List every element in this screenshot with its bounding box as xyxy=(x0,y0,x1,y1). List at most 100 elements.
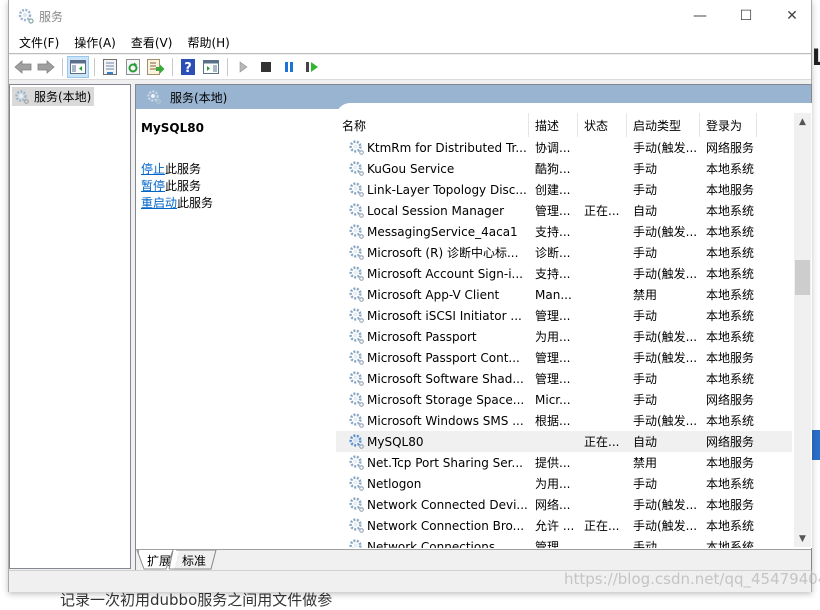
scroll-thumb[interactable] xyxy=(795,260,810,295)
service-row[interactable]: Microsoft Windows SMS ... 根据... 手动(触发... 本地… xyxy=(336,410,792,431)
restart-service-button[interactable] xyxy=(301,56,323,78)
service-row[interactable]: Network Connection Bro... 允许 ... 正在... 手动(触… xyxy=(336,515,792,536)
tree-item-services-local[interactable]: 服务(本地) xyxy=(12,87,95,106)
scroll-up-icon[interactable]: ▲ xyxy=(794,113,811,130)
services-window: 服务 — ☐ ✕ 文件(F) 操作(A) 查看(V) 帮助(H) ? 服务(本地… xyxy=(8,0,812,592)
service-logon-cell: 本地系统 xyxy=(706,372,755,386)
menu-action[interactable]: 操作(A) xyxy=(74,34,116,51)
refresh-icon xyxy=(126,59,140,75)
help-icon: ? xyxy=(181,59,195,75)
service-startup-type-cell: 手动 xyxy=(633,246,658,260)
service-description-cell: 管理... xyxy=(535,351,571,365)
pause-service-button[interactable] xyxy=(278,56,300,78)
service-row[interactable]: Link-Layer Topology Disc... 创建... 手动 本地服务 xyxy=(336,179,792,200)
action-pane-icon xyxy=(203,60,219,74)
service-row[interactable]: Network Connections 管理... 手动 本地系统 xyxy=(336,536,792,548)
service-logon-cell: 网络服务 xyxy=(706,435,755,449)
close-button[interactable]: ✕ xyxy=(769,0,815,32)
forward-button[interactable] xyxy=(35,56,57,78)
service-row[interactable]: KuGou Service 酷狗... 手动 本地系统 xyxy=(336,158,792,179)
scroll-down-icon[interactable]: ▼ xyxy=(794,530,811,547)
service-gear-icon xyxy=(349,350,364,365)
service-gear-icon xyxy=(349,392,364,407)
service-logon-cell: 本地系统 xyxy=(706,267,755,281)
service-description-cell: 管理... xyxy=(535,309,571,323)
column-header-status[interactable]: 状态 xyxy=(578,113,627,137)
action-restart: 重启动此服务 xyxy=(141,195,331,212)
pause-service-link[interactable]: 暂停 xyxy=(141,179,165,193)
service-gear-icon xyxy=(349,203,364,218)
action-pause: 暂停此服务 xyxy=(141,178,331,195)
column-label: 启动类型 xyxy=(633,118,682,133)
restart-service-link[interactable]: 重启动 xyxy=(141,196,177,210)
service-row[interactable]: KtmRm for Distributed Tr... 协调... 手动(触发...… xyxy=(336,137,792,158)
background-text-fragment: L xyxy=(812,46,820,71)
pause-service-icon xyxy=(285,62,293,72)
service-name-cell: Net.Tcp Port Sharing Ser... xyxy=(336,454,529,471)
service-row[interactable]: Microsoft (R) 诊断中心标... 诊断... 手动 本地系统 xyxy=(336,242,792,263)
service-row[interactable]: Net.Tcp Port Sharing Ser... 提供... 禁用 本地服务 xyxy=(336,452,792,473)
toolbar: ? xyxy=(9,55,811,80)
back-button[interactable] xyxy=(12,56,34,78)
menu-view[interactable]: 查看(V) xyxy=(131,34,173,51)
service-startup-type-cell: 自动 xyxy=(633,204,658,218)
service-logon-cell: 本地系统 xyxy=(706,477,755,491)
service-name-cell: Link-Layer Topology Disc... xyxy=(336,181,529,198)
service-startup-type-cell: 手动(触发... xyxy=(633,498,698,512)
minimize-icon: — xyxy=(693,8,707,24)
service-logon-cell: 本地系统 xyxy=(706,288,755,302)
column-header-description[interactable]: 描述 xyxy=(529,113,578,137)
forward-arrow-icon xyxy=(37,60,55,74)
title-bar[interactable]: 服务 — ☐ ✕ xyxy=(9,0,811,32)
column-header-logon-as[interactable]: 登录为 xyxy=(700,113,757,137)
export-list-button[interactable] xyxy=(145,56,167,78)
service-logon-cell: 本地服务 xyxy=(706,456,755,470)
service-logon-cell: 本地系统 xyxy=(706,330,755,344)
service-row[interactable]: MessagingService_4aca1 支持... 手动(触发... 本地系统 xyxy=(336,221,792,242)
menu-help[interactable]: 帮助(H) xyxy=(187,34,229,51)
properties-button[interactable] xyxy=(99,56,121,78)
stop-service-link[interactable]: 停止 xyxy=(141,162,165,176)
service-name-cell: Microsoft Passport xyxy=(336,328,529,345)
back-arrow-icon xyxy=(14,60,32,74)
column-header-startup-type[interactable]: 启动类型 xyxy=(627,113,700,137)
service-row[interactable]: Microsoft Storage Space... Micr... 手动 网络服务 xyxy=(336,389,792,410)
service-name: MessagingService_4aca1 xyxy=(367,224,518,239)
service-name: Network Connections xyxy=(367,539,496,549)
service-row[interactable]: Microsoft Passport 为用... 手动(触发... 本地系统 xyxy=(336,326,792,347)
service-startup-type-cell: 手动(触发... xyxy=(633,414,698,428)
service-name: Microsoft Passport xyxy=(367,329,477,344)
service-row[interactable]: Microsoft iSCSI Initiator ... 管理... 手动 本地系统 xyxy=(336,305,792,326)
refresh-button[interactable] xyxy=(122,56,144,78)
service-gear-icon xyxy=(349,266,364,281)
export-list-icon xyxy=(147,59,165,75)
stop-service-button[interactable] xyxy=(255,56,277,78)
service-row[interactable]: Microsoft Account Sign-i... 支持... 手动(触发...… xyxy=(336,263,792,284)
service-logon-cell: 本地系统 xyxy=(706,414,755,428)
service-description-cell: 为用... xyxy=(535,477,571,491)
column-label: 描述 xyxy=(535,118,560,133)
service-row[interactable]: Network Connected Devi... 网络... 手动(触发... 本地… xyxy=(336,494,792,515)
service-row[interactable]: MySQL80 正在... 自动 网络服务 xyxy=(336,431,792,452)
service-name: Network Connection Bro... xyxy=(367,518,525,533)
column-header-name[interactable]: ^ 名称 xyxy=(336,113,529,137)
service-gear-icon xyxy=(349,518,364,533)
service-row[interactable]: Netlogon 为用... 手动 本地系统 xyxy=(336,473,792,494)
selected-service-name: MySQL80 xyxy=(141,121,204,135)
service-row[interactable]: Microsoft App-V Client Man... 禁用 本地系统 xyxy=(336,284,792,305)
help-button[interactable]: ? xyxy=(177,56,199,78)
action-suffix: 此服务 xyxy=(165,179,202,193)
maximize-button[interactable]: ☐ xyxy=(723,0,769,32)
show-action-pane-button[interactable] xyxy=(200,56,222,78)
minimize-button[interactable]: — xyxy=(677,0,723,32)
service-row[interactable]: Microsoft Software Shad... 管理... 手动 本地系统 xyxy=(336,368,792,389)
show-hide-console-tree-button[interactable] xyxy=(67,56,89,78)
service-row[interactable]: Microsoft Passport Cont... 管理... 手动(触发... 本… xyxy=(336,347,792,368)
start-service-button[interactable] xyxy=(232,56,254,78)
service-logon-cell: 本地系统 xyxy=(706,519,755,533)
service-name: Link-Layer Topology Disc... xyxy=(367,182,527,197)
service-name-cell: Microsoft Software Shad... xyxy=(336,370,529,387)
service-row[interactable]: Local Session Manager 管理... 正在... 自动 本地系统 xyxy=(336,200,792,221)
menu-file[interactable]: 文件(F) xyxy=(19,34,59,51)
vertical-scrollbar[interactable]: ▲ ▼ xyxy=(794,113,811,547)
